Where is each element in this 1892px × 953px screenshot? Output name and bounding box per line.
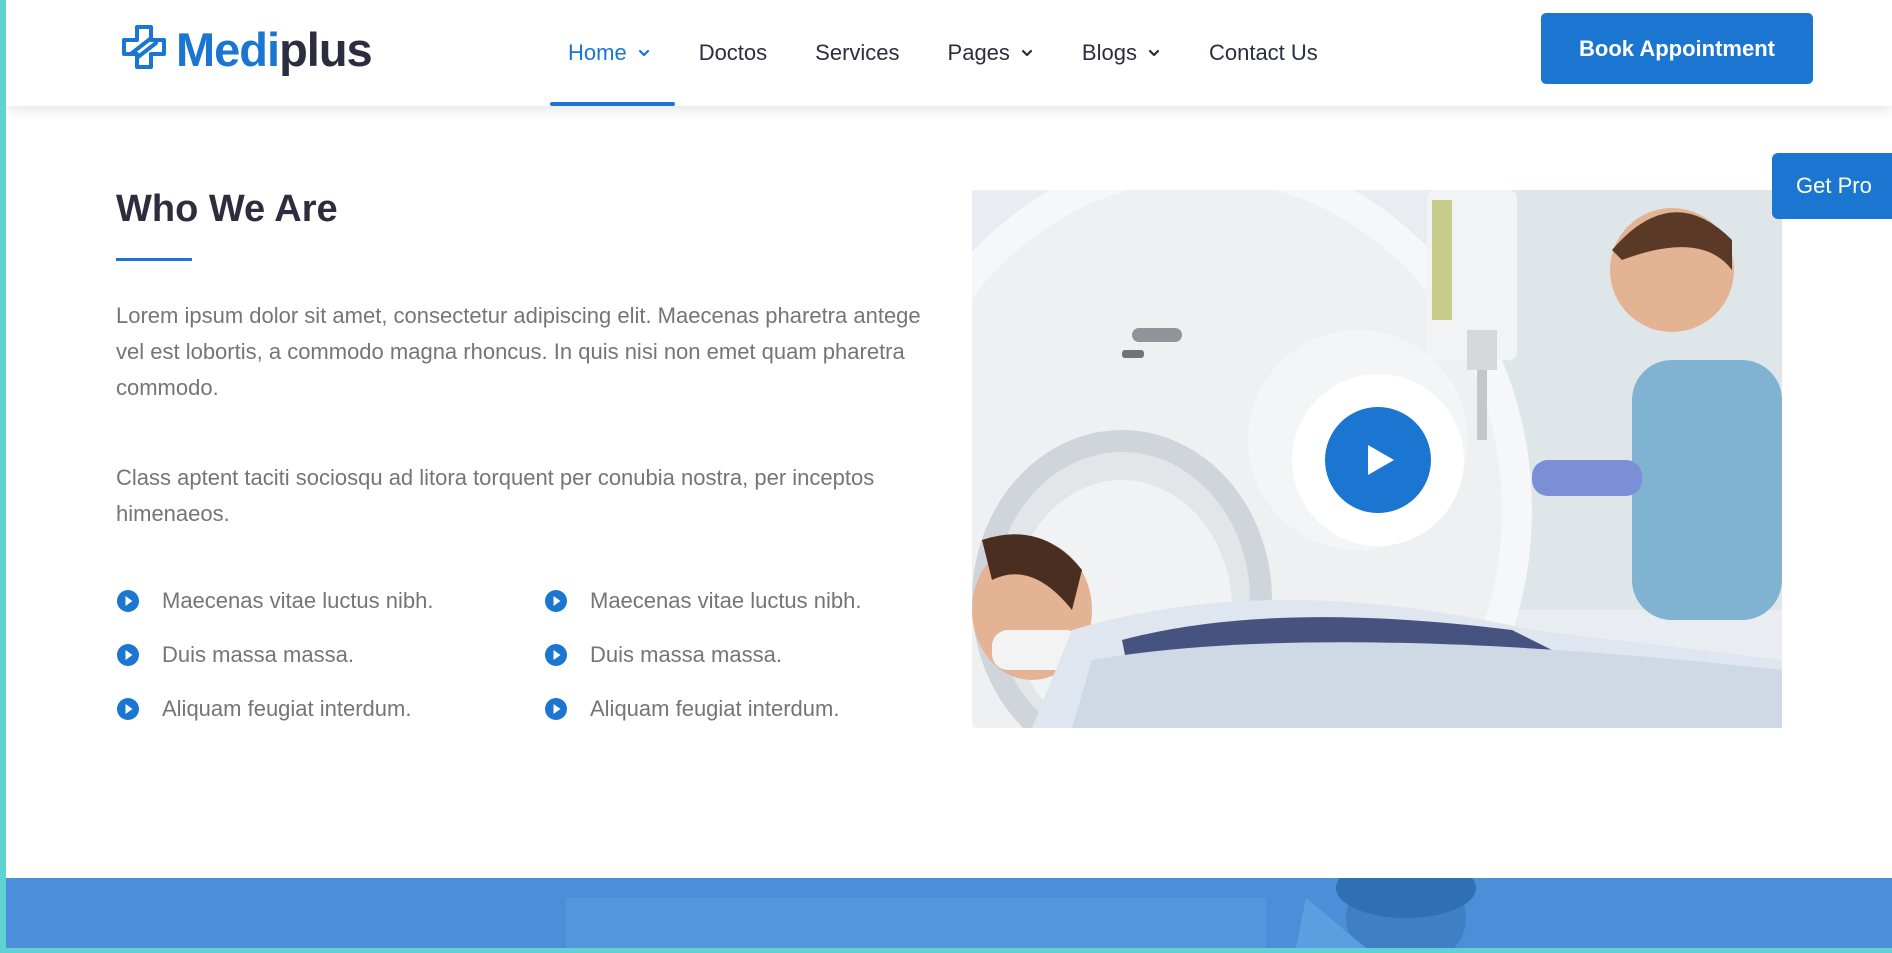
intro-paragraph: Lorem ipsum dolor sit amet, consectetur … (116, 303, 921, 400)
chevron-down-icon (1147, 46, 1161, 60)
logo-text-plus: plus (279, 22, 373, 76)
logo[interactable]: Mediplus (120, 22, 373, 76)
banner-background-image (6, 878, 1892, 948)
site-header: Mediplus Home Doctos Services Pages Blog… (6, 0, 1892, 106)
nav-item-label: Pages (947, 40, 1010, 65)
play-circle-icon (116, 697, 140, 721)
feature-text: Aliquam feugiat interdum. (162, 696, 412, 721)
feature-text: Maecenas vitae luctus nibh. (590, 588, 862, 613)
play-icon (1368, 445, 1394, 475)
play-video-button[interactable] (1325, 407, 1431, 513)
nav-item-label: Doctos (698, 40, 768, 65)
logo-text-medi: Medi (176, 22, 280, 76)
section-title: Who We Are (116, 188, 338, 230)
medical-cross-icon (120, 23, 168, 76)
logo-text: Mediplus (176, 22, 373, 76)
feature-text: Aliquam feugiat interdum. (590, 696, 840, 721)
nav-item-services[interactable]: Services (791, 0, 923, 106)
secondary-paragraph: Class aptent taciti sociosqu ad litora t… (116, 465, 875, 526)
list-item: Maecenas vitae luctus nibh. (544, 584, 944, 618)
play-circle-icon (544, 643, 568, 667)
play-circle-icon (544, 697, 568, 721)
nav-item-label: Home (568, 40, 627, 65)
book-appointment-button[interactable]: Book Appointment (1541, 13, 1813, 84)
feature-text: Duis massa massa. (162, 642, 354, 667)
play-circle-icon (544, 589, 568, 613)
play-circle-icon (116, 643, 140, 667)
feature-list: Maecenas vitae luctus nibh. Maecenas vit… (116, 584, 946, 726)
main-nav: Home Doctos Services Pages Blogs Contact… (544, 0, 1342, 106)
nav-item-label: Blogs (1081, 40, 1137, 65)
nav-item-contact-us[interactable]: Contact Us (1185, 0, 1342, 106)
get-pro-tab[interactable]: Get Pro (1772, 153, 1892, 219)
video-thumbnail[interactable] (972, 190, 1782, 728)
nav-item-home[interactable]: Home (544, 0, 675, 106)
nav-item-blogs[interactable]: Blogs (1058, 0, 1185, 106)
nav-item-label: Contact Us (1208, 40, 1318, 65)
list-item: Maecenas vitae luctus nibh. (116, 584, 544, 618)
list-item: Duis massa massa. (544, 638, 944, 672)
nav-item-pages[interactable]: Pages (924, 0, 1058, 106)
chevron-down-icon (1020, 46, 1034, 60)
list-item: Duis massa massa. (116, 638, 544, 672)
list-item: Aliquam feugiat interdum. (116, 692, 544, 726)
nav-item-label: Services (815, 40, 900, 65)
chevron-down-icon (637, 46, 651, 60)
feature-text: Duis massa massa. (590, 642, 782, 667)
list-item: Aliquam feugiat interdum. (544, 692, 944, 726)
play-circle-icon (116, 589, 140, 613)
title-underline (116, 258, 192, 261)
nav-item-doctos[interactable]: Doctos (675, 0, 791, 106)
next-section-banner (6, 878, 1892, 948)
page: Mediplus Home Doctos Services Pages Blog… (6, 0, 1892, 948)
feature-text: Maecenas vitae luctus nibh. (162, 588, 434, 613)
